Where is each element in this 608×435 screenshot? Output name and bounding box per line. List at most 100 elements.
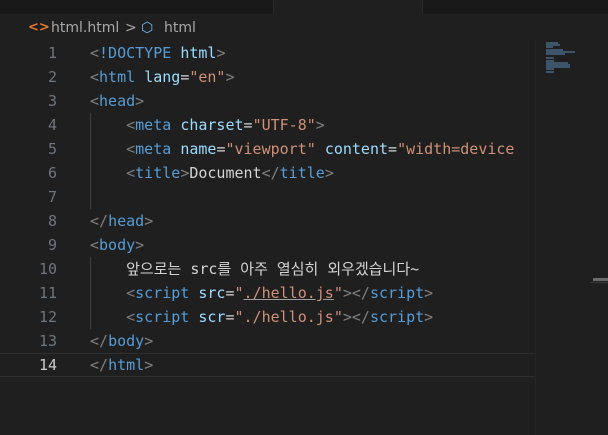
code-token: head xyxy=(99,92,136,110)
minimap[interactable] xyxy=(535,40,608,435)
code-token: src xyxy=(198,284,226,302)
code-token: < xyxy=(90,68,100,86)
line-number: 2 xyxy=(47,68,57,86)
code-token: "en" xyxy=(189,68,226,86)
code-line[interactable]: 14 </html> xyxy=(0,353,535,377)
code-token: = xyxy=(388,140,398,158)
code-token: "UTF-8" xyxy=(252,116,316,134)
code-line[interactable]: 9 <body> xyxy=(0,233,535,257)
minimap-line xyxy=(546,53,565,55)
code-token: > xyxy=(135,92,145,110)
code-token: > xyxy=(180,164,190,182)
code-token: > xyxy=(144,356,154,374)
line-number: 4 xyxy=(47,116,57,134)
code-token: > xyxy=(225,68,235,86)
minimap-line xyxy=(546,70,554,73)
code-line[interactable]: 5 <meta name="viewport" content="width=d… xyxy=(0,137,535,161)
code-token: </ xyxy=(90,212,109,230)
code-text[interactable]: <html lang="en"> xyxy=(90,65,235,89)
code-text[interactable]: </head> xyxy=(90,209,153,233)
code-token: < xyxy=(90,236,100,254)
code-line[interactable]: 10 앞으로는 src를 아주 열심히 외우겠습니다~ xyxy=(0,257,535,281)
code-token: < xyxy=(126,164,136,182)
line-number: 5 xyxy=(47,140,57,158)
line-number: 13 xyxy=(38,332,57,350)
scrollbar-thumb[interactable] xyxy=(593,278,608,281)
line-number: 1 xyxy=(47,44,57,62)
line-number: 11 xyxy=(38,284,57,302)
code-token: = xyxy=(180,68,190,86)
line-number: 7 xyxy=(47,188,57,206)
code-token: html xyxy=(180,44,217,62)
line-number: 3 xyxy=(47,92,57,110)
code-line[interactable]: 13 </body> xyxy=(0,329,535,353)
code-editor[interactable]: 1 <!DOCTYPE html> 2 <html lang="en"> 3 <head>… xyxy=(0,40,535,435)
code-line[interactable]: 12 <script scr="./hello.js"></script> xyxy=(0,305,535,329)
code-text[interactable]: <script scr="./hello.js"></script> xyxy=(90,305,433,329)
code-token: meta xyxy=(135,116,172,134)
code-text[interactable]: <title>Document</title> xyxy=(90,161,334,185)
code-text[interactable]: <!DOCTYPE html> xyxy=(90,41,225,65)
code-token: html xyxy=(99,68,136,86)
code-token: Document xyxy=(189,164,262,182)
html-file-icon: <> xyxy=(28,20,50,35)
code-line[interactable]: 1 <!DOCTYPE html> xyxy=(0,41,535,65)
code-line[interactable]: 4 <meta charset="UTF-8"> xyxy=(0,113,535,137)
code-token: html xyxy=(108,356,145,374)
tab-active[interactable] xyxy=(273,0,423,14)
code-token: < xyxy=(90,92,100,110)
line-number: 8 xyxy=(47,212,57,230)
code-token: script xyxy=(135,308,190,326)
code-text[interactable]: <script src="./hello.js"></script> xyxy=(90,281,433,305)
code-line[interactable]: 11 <script src="./hello.js"></script> xyxy=(0,281,535,305)
code-token: head xyxy=(108,212,145,230)
code-text[interactable]: <body> xyxy=(90,233,144,257)
code-text[interactable]: <meta name="viewport" content="width=dev… xyxy=(90,137,514,161)
breadcrumb-symbol[interactable]: html xyxy=(164,20,196,36)
scroll-marker xyxy=(590,282,608,283)
code-token: > xyxy=(424,308,434,326)
code-token: scr xyxy=(198,308,226,326)
code-text[interactable]: <meta charset="UTF-8"> xyxy=(90,113,325,137)
code-token: = xyxy=(243,116,253,134)
code-text[interactable]: </body> xyxy=(90,329,153,353)
code-line[interactable]: 6 <title>Document</title> xyxy=(0,161,535,185)
code-text[interactable]: 앞으로는 src를 아주 열심히 외우겠습니다~ xyxy=(90,257,419,281)
code-token: > xyxy=(424,284,434,302)
code-text[interactable]: <head> xyxy=(90,89,144,113)
code-line[interactable]: 8 </head> xyxy=(0,209,535,233)
code-token: " xyxy=(333,284,343,302)
indent-guide xyxy=(90,113,91,209)
line-number: 14 xyxy=(38,356,57,374)
line-number: 9 xyxy=(47,236,57,254)
code-token: !DOCTYPE xyxy=(99,44,172,62)
code-token: > xyxy=(144,332,154,350)
code-token: content xyxy=(324,140,389,158)
code-token: < xyxy=(126,284,136,302)
code-token: " xyxy=(234,284,244,302)
code-text[interactable]: </html> xyxy=(90,354,153,376)
code-token: < xyxy=(126,116,136,134)
code-token: "width=device xyxy=(397,140,515,158)
code-line[interactable]: 7 xyxy=(0,185,535,209)
code-token: "viewport" xyxy=(225,140,316,158)
code-line[interactable]: 3 <head> xyxy=(0,89,535,113)
code-token: > xyxy=(315,116,325,134)
code-token: script xyxy=(369,308,425,326)
code-token: = xyxy=(225,284,235,302)
code-token: ></ xyxy=(342,284,370,302)
breadcrumb: <> html.html > ⬡ html xyxy=(0,16,608,40)
element-symbol-icon: ⬡ xyxy=(141,20,154,36)
code-line[interactable]: 2 <html lang="en"> xyxy=(0,65,535,89)
code-token: name xyxy=(180,140,217,158)
code-token: title xyxy=(279,164,325,182)
breadcrumb-file[interactable]: html.html xyxy=(51,20,119,36)
